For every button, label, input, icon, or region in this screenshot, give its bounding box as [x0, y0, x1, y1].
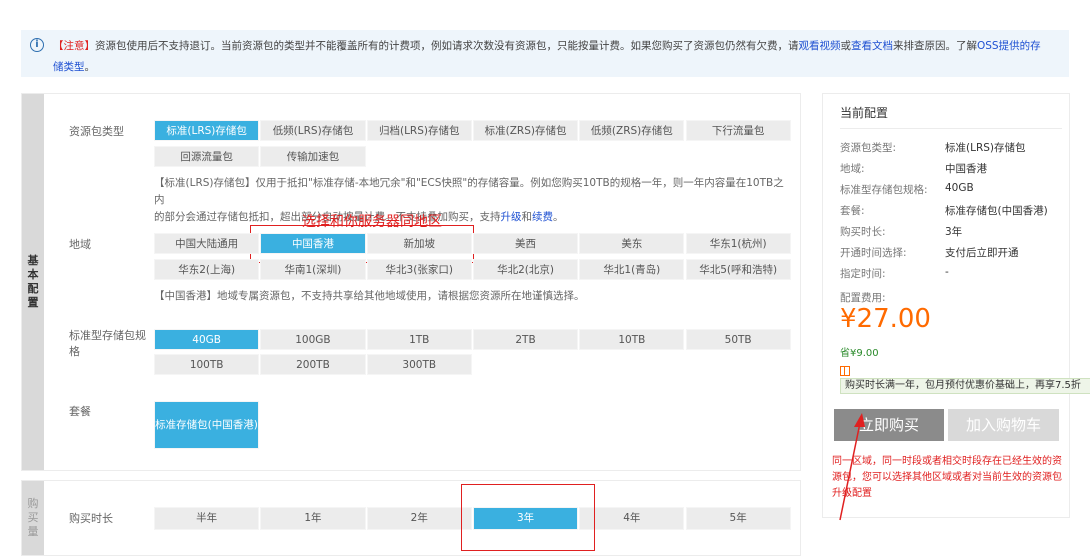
- spec-option-4[interactable]: 10TB: [579, 329, 685, 350]
- plan-option[interactable]: 标准存储包(中国香港): [154, 401, 259, 449]
- config-key: 套餐:: [840, 205, 865, 217]
- package-type-option-2[interactable]: 归档(LRS)存储包: [366, 120, 472, 141]
- upgrade-link[interactable]: 升级: [501, 211, 522, 223]
- view-doc-link[interactable]: 查看文档: [851, 40, 893, 52]
- config-value: 标准(LRS)存储包: [945, 142, 1026, 154]
- package-type-label: 资源包类型: [69, 125, 124, 138]
- promo-banner: 购买时长满一年，包月预付优惠价基础上，再享7.5折: [840, 378, 1090, 394]
- spec-option-5[interactable]: 50TB: [685, 329, 791, 350]
- add-to-cart-button[interactable]: 加入购物车: [948, 409, 1059, 441]
- package-type-option-3[interactable]: 标准(ZRS)存储包: [472, 120, 579, 141]
- notice-or: 或: [840, 40, 852, 52]
- spec-option-7[interactable]: 200TB: [260, 354, 366, 375]
- info-icon: i: [30, 38, 44, 52]
- config-key: 标准型存储包规格:: [840, 184, 928, 196]
- notice-end: 。: [84, 61, 96, 73]
- save-amount: 省¥9.00: [840, 348, 879, 359]
- spec-option-6[interactable]: 100TB: [154, 354, 260, 375]
- config-key: 购买时长:: [840, 226, 886, 238]
- config-value: 3年: [945, 226, 963, 238]
- spec-label: 标准型存储包规格: [69, 328, 146, 360]
- region-option-10[interactable]: 华北1(青岛): [579, 259, 685, 280]
- duration-option-5[interactable]: 5年: [685, 507, 791, 530]
- panel-divider: [840, 128, 1062, 129]
- config-value: 40GB: [945, 182, 974, 194]
- section-label-duration: 购买量: [22, 481, 44, 555]
- notice-text: 资源包使用后不支持退订。当前资源包的类型并不能覆盖所有的计费项，例如请求次数没有…: [95, 40, 799, 52]
- package-type-option-0[interactable]: 标准(LRS)存储包: [154, 120, 260, 141]
- spec-option-2[interactable]: 1TB: [366, 329, 472, 350]
- package-type-option-1[interactable]: 低频(LRS)存储包: [260, 120, 366, 141]
- spec-option-0[interactable]: 40GB: [154, 329, 260, 350]
- panel-title: 当前配置: [840, 106, 889, 120]
- region-option-8[interactable]: 华北3(张家口): [366, 259, 472, 280]
- storage-types-link[interactable]: OSS提供的存: [977, 40, 1041, 52]
- region-option-7[interactable]: 华南1(深圳): [260, 259, 366, 280]
- region-option-6[interactable]: 华东2(上海): [154, 259, 260, 280]
- annotation-box-duration: [461, 484, 595, 551]
- basic-config-section: 基本配置: [21, 93, 801, 471]
- duration-option-0[interactable]: 半年: [154, 507, 260, 530]
- spec-label-2: 格: [69, 345, 80, 358]
- config-key: 资源包类型:: [840, 142, 897, 154]
- package-desc-and: 和: [521, 211, 533, 223]
- region-desc: 【中国香港】地域专属资源包，不支持共享给其他地域使用，请根据您资源所在地谨慎选择…: [154, 290, 585, 302]
- config-key: 开通时间选择:: [840, 247, 907, 259]
- config-value: 标准存储包(中国香港): [945, 205, 1048, 217]
- storage-types-link-2[interactable]: 储类型: [53, 61, 85, 73]
- config-key: 地域:: [840, 163, 865, 175]
- price: ¥27.00: [840, 304, 931, 334]
- fee-label: 配置费用:: [840, 292, 886, 304]
- region-option-2[interactable]: 新加坡: [366, 233, 472, 254]
- duration-label: 购买时长: [69, 512, 113, 525]
- region-option-0[interactable]: 中国大陆通用: [154, 233, 260, 254]
- package-desc-1: 【标准(LRS)存储包】仅用于抵扣"标准存储-本地冗余"和"ECS快照"的存储容…: [154, 177, 784, 206]
- duration-option-1[interactable]: 1年: [260, 507, 366, 530]
- watch-video-link[interactable]: 观看视频: [799, 40, 841, 52]
- package-type-option-6[interactable]: 回源流量包: [154, 146, 260, 167]
- notice-banner: i 【注意】资源包使用后不支持退订。当前资源包的类型并不能覆盖所有的计费项，例如…: [21, 30, 1069, 77]
- package-type-option-7[interactable]: 传输加速包: [260, 146, 366, 167]
- config-value: 支付后立即开通: [945, 247, 1019, 259]
- config-value: -: [945, 266, 949, 278]
- config-value: 中国香港: [945, 163, 987, 175]
- renew-link[interactable]: 续费: [532, 211, 553, 223]
- region-label: 地域: [69, 238, 91, 251]
- region-option-3[interactable]: 美西: [472, 233, 579, 254]
- region-option-4[interactable]: 美东: [579, 233, 685, 254]
- section-label-basic: 基本配置: [22, 94, 44, 470]
- config-key: 指定时间:: [840, 268, 886, 280]
- region-option-11[interactable]: 华北5(呼和浩特): [685, 259, 791, 280]
- region-option-9[interactable]: 华北2(北京): [472, 259, 579, 280]
- package-type-desc: 【标准(LRS)存储包】仅用于抵扣"标准存储-本地冗余"和"ECS快照"的存储容…: [154, 175, 794, 226]
- gift-icon: [840, 366, 850, 376]
- duration-option-2[interactable]: 2年: [366, 507, 472, 530]
- spec-label-1: 标准型存储包规: [69, 329, 146, 342]
- notice-prefix: 【注意】: [53, 40, 95, 52]
- package-desc-period: 。: [553, 211, 564, 223]
- spec-option-8[interactable]: 300TB: [366, 354, 472, 375]
- spec-option-1[interactable]: 100GB: [260, 329, 366, 350]
- region-option-1[interactable]: 中国香港: [260, 233, 366, 254]
- annotation-arrow-icon: [839, 413, 865, 521]
- notice-text-2: 来排查原因。了解: [893, 40, 977, 52]
- package-type-option-5[interactable]: 下行流量包: [685, 120, 791, 141]
- plan-label: 套餐: [69, 405, 91, 418]
- region-option-5[interactable]: 华东1(杭州): [685, 233, 791, 254]
- spec-option-3[interactable]: 2TB: [472, 329, 579, 350]
- package-type-option-4[interactable]: 低频(ZRS)存储包: [579, 120, 685, 141]
